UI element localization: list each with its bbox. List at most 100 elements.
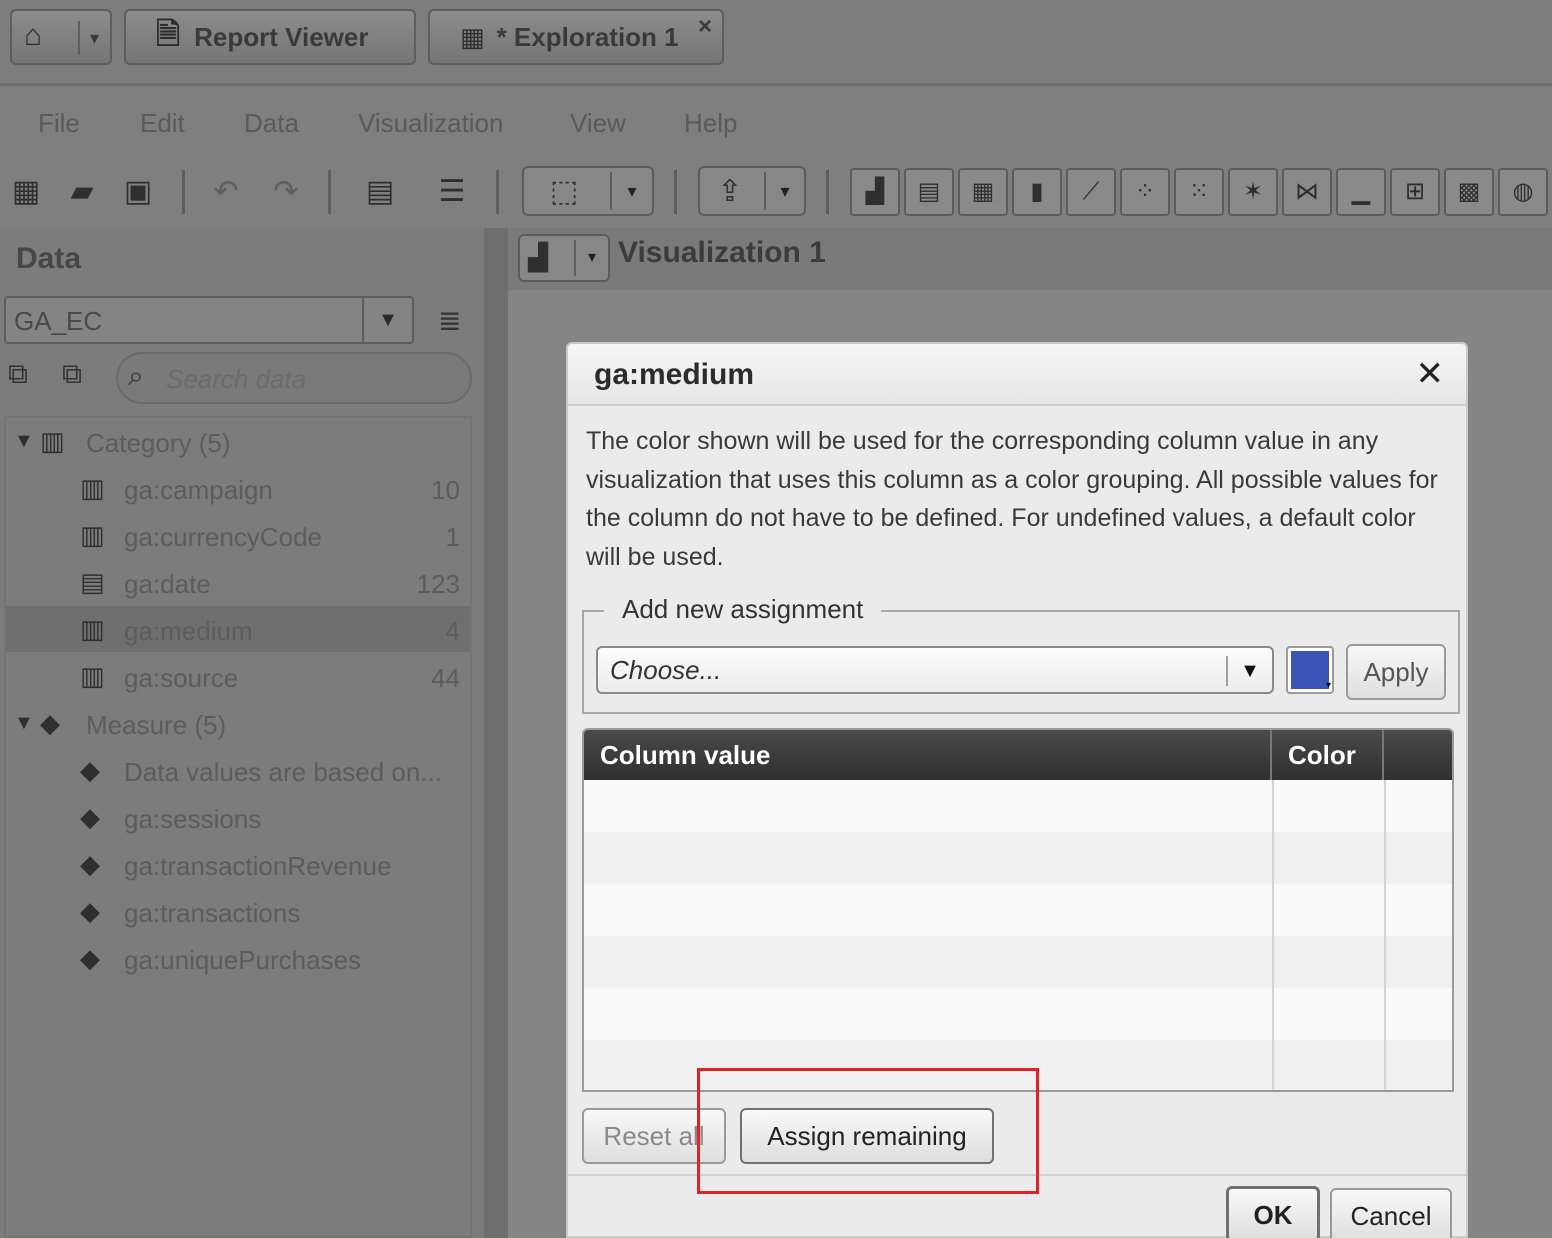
data-item-tree: ▼ ▥ Category (5) ▥ ga:campaign 10 ▥ ga:c…	[4, 416, 472, 1238]
table-row	[584, 936, 1452, 988]
tree-item-count: 44	[431, 663, 460, 693]
tree-group-label: Category (5)	[86, 428, 231, 458]
new-exploration-icon[interactable]: ▦	[6, 172, 46, 212]
menu-edit[interactable]: Edit	[140, 108, 185, 139]
visualization-header: ▟ ▾ Visualization 1	[508, 228, 1552, 290]
tree-item-label: ga:uniquePurchases	[124, 945, 362, 975]
decision-tree-icon[interactable]: ⋈	[1282, 168, 1332, 216]
tree-item-date[interactable]: ▤ ga:date 123	[6, 559, 470, 605]
histogram-icon[interactable]: ▁	[1336, 168, 1386, 216]
redo-icon[interactable]: ↷	[266, 172, 306, 212]
visualization-title: Visualization 1	[618, 236, 826, 269]
tree-item-label: ga:currencyCode	[124, 522, 322, 552]
tree-item-label: ga:source	[124, 663, 239, 693]
column-gridline	[1384, 780, 1386, 1090]
tab-label: Report Viewer	[194, 21, 369, 52]
tree-group-category[interactable]: ▼ ▥ Category (5)	[6, 418, 470, 464]
toolbar-divider	[496, 170, 499, 214]
close-icon[interactable]: ✕	[1416, 354, 1445, 394]
column-value-placeholder: Choose...	[610, 655, 722, 685]
column-divider	[1382, 730, 1384, 780]
menu-visualization[interactable]: Visualization	[358, 108, 504, 139]
collapse-all-icon[interactable]: ⧉	[62, 358, 82, 391]
column-header-color[interactable]: Color	[1272, 730, 1382, 780]
column-value-select[interactable]: Choose... ▼	[596, 646, 1274, 694]
heat-map-icon[interactable]: ▩	[1444, 168, 1494, 216]
measure-icon: ◆	[80, 849, 100, 879]
tree-item-currencycode[interactable]: ▥ ga:currencyCode 1	[6, 512, 470, 558]
open-folder-icon[interactable]: ▰	[62, 172, 102, 212]
auto-chart-icon[interactable]: ▟	[850, 168, 900, 216]
bubble-plot-icon[interactable]: ⁙	[1174, 168, 1224, 216]
crosstab-icon[interactable]: ▦	[958, 168, 1008, 216]
caret-down-icon: ▼	[14, 712, 34, 734]
dialog-description: The color shown will be used for the cor…	[586, 427, 1438, 571]
column-header-value[interactable]: Column value	[584, 730, 1270, 780]
scatter-plot-icon[interactable]: ⁘	[1120, 168, 1170, 216]
chevron-down-icon[interactable]: ▾	[78, 21, 99, 55]
search-input[interactable]: ⌕ Search data	[116, 352, 472, 404]
visualization-type-dropdown[interactable]: ▟ ▾	[518, 234, 610, 282]
highlight-box	[697, 1068, 1039, 1194]
network-icon[interactable]: ✶	[1228, 168, 1278, 216]
line-chart-icon[interactable]: ⟋	[1066, 168, 1116, 216]
panel-splitter[interactable]	[484, 228, 508, 1238]
color-swatch: ▾	[1291, 651, 1331, 691]
category-icon: ▥	[80, 614, 105, 644]
expand-all-icon[interactable]: ⧉	[8, 358, 28, 391]
chevron-down-icon: ▾	[764, 172, 804, 210]
home-button[interactable]: ⌂ ▾	[10, 9, 112, 65]
undo-icon[interactable]: ↶	[206, 172, 246, 212]
menu-help[interactable]: Help	[684, 108, 737, 139]
pointer-icon: ⬚	[549, 175, 579, 208]
tree-group-measure[interactable]: ▼ ◆ Measure (5)	[6, 700, 470, 746]
menu-file[interactable]: File	[38, 108, 80, 139]
data-panel: Data GA_EC ▼ ≣ ⧉ ⧉ ⌕ Search data ▼ ▥ Cat…	[0, 228, 484, 1238]
export-dropdown[interactable]: ⇪ ▾	[698, 166, 806, 216]
tree-item-label: ga:transactionRevenue	[124, 851, 392, 881]
layers-icon[interactable]: ☰	[432, 172, 472, 212]
tree-item-measure[interactable]: ◆ ga:sessions	[6, 794, 470, 840]
toolbar-divider	[674, 170, 677, 214]
tree-item-source[interactable]: ▥ ga:source 44	[6, 653, 470, 699]
color-picker-button[interactable]: ▾	[1286, 646, 1334, 694]
select-tool-dropdown[interactable]: ⬚ ▾	[522, 166, 654, 216]
cancel-button[interactable]: Cancel	[1330, 1188, 1452, 1238]
search-icon: ⌕	[128, 360, 144, 391]
table-header: Column value Color	[584, 730, 1452, 780]
table-row	[584, 832, 1452, 884]
exploration-icon: ▦	[460, 21, 485, 52]
tree-item-measure[interactable]: ◆ Data values are based on...	[6, 747, 470, 793]
bar-chart-icon[interactable]: ▮	[1012, 168, 1062, 216]
export-icon: ⇪	[717, 175, 743, 208]
assignment-table: Column value Color	[582, 728, 1454, 1092]
geo-map-icon[interactable]: ◍	[1498, 168, 1548, 216]
tree-item-campaign[interactable]: ▥ ga:campaign 10	[6, 465, 470, 511]
table-row	[584, 988, 1452, 1040]
table-row	[584, 884, 1452, 936]
close-icon[interactable]: ×	[698, 13, 712, 41]
tree-item-label: ga:date	[124, 569, 211, 599]
apply-button[interactable]: Apply	[1346, 644, 1446, 700]
tree-item-measure[interactable]: ◆ ga:uniquePurchases	[6, 935, 470, 981]
menu-data[interactable]: Data	[244, 108, 299, 139]
tab-exploration[interactable]: ▦ * Exploration 1 ×	[428, 9, 724, 65]
ok-button[interactable]: OK	[1226, 1186, 1320, 1238]
page-icon[interactable]: ▤	[360, 172, 400, 212]
box-plot-icon[interactable]: ⊞	[1390, 168, 1440, 216]
save-icon[interactable]: ▣	[118, 172, 158, 212]
tree-item-measure[interactable]: ◆ ga:transactionRevenue	[6, 841, 470, 887]
tree-item-count: 1	[445, 522, 460, 552]
caret-down-icon: ▼	[14, 430, 34, 452]
tree-item-medium[interactable]: ▥ ga:medium 4	[6, 606, 470, 652]
report-icon: 🗎	[156, 17, 181, 51]
tree-item-label: ga:campaign	[124, 475, 273, 505]
menu-view[interactable]: View	[570, 108, 626, 139]
list-table-icon[interactable]: ▤	[904, 168, 954, 216]
datasource-select[interactable]: GA_EC ▼	[4, 296, 414, 344]
filter-menu-icon[interactable]: ≣	[438, 304, 461, 337]
panel-title: Data	[16, 242, 82, 275]
tree-item-measure[interactable]: ◆ ga:transactions	[6, 888, 470, 934]
tab-report-viewer[interactable]: 🗎 Report Viewer	[124, 9, 416, 65]
tree-item-count: 10	[431, 475, 460, 505]
